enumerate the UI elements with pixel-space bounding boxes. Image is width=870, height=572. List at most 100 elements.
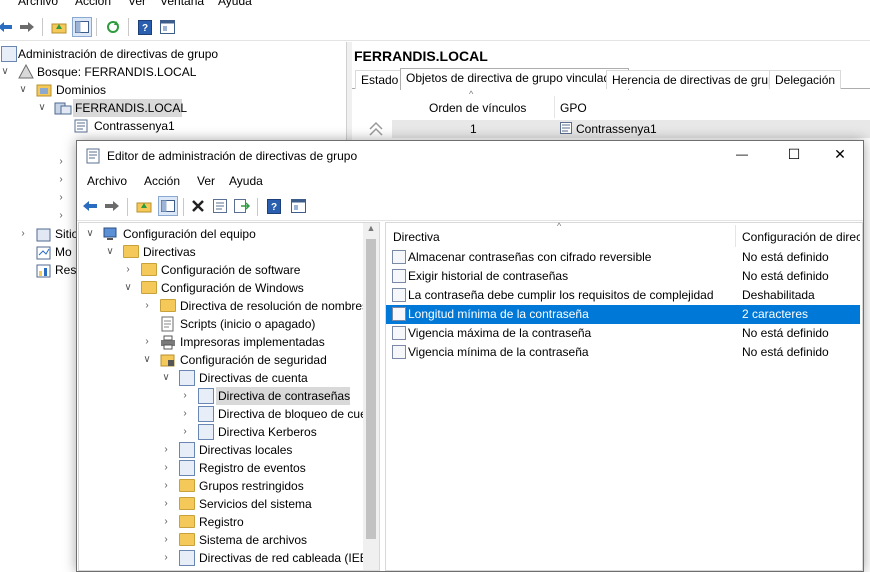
list-item[interactable]: Vigencia mínima de la contraseña No está… <box>386 343 860 362</box>
tree-account-policies[interactable]: Directivas de cuenta <box>199 369 308 387</box>
up-folder-icon[interactable] <box>135 197 153 215</box>
tree-sites[interactable]: Sitio <box>55 225 78 243</box>
chevron-right-icon[interactable]: › <box>180 423 190 441</box>
tree-gpmc-root[interactable]: Administración de directivas de grupo <box>18 45 218 63</box>
chevron-right-icon[interactable]: › <box>161 495 171 513</box>
chevron-down-icon[interactable]: ∨ <box>0 63 10 81</box>
chevron-right-icon[interactable]: › <box>18 225 28 243</box>
list-item[interactable]: Vigencia máxima de la contraseña No está… <box>386 324 860 343</box>
col-directiva[interactable]: Directiva <box>393 230 440 244</box>
tree-software-config[interactable]: Configuración de software <box>161 261 300 279</box>
help-icon[interactable]: ? <box>136 18 154 36</box>
menu-archivo[interactable]: Archivo <box>18 0 58 8</box>
tree-domain[interactable]: FERRANDIS.LOCAL <box>75 99 187 117</box>
chevron-right-icon[interactable]: › <box>123 261 133 279</box>
tab-herencia[interactable]: Herencia de directivas de grupo <box>606 70 788 89</box>
col-gpo[interactable]: GPO <box>560 101 587 115</box>
tab-gpo-vinculados[interactable]: Objetos de directiva de grupo vinculados <box>400 68 629 90</box>
chevron-down-icon[interactable]: ∨ <box>142 351 152 369</box>
tab-estado[interactable]: Estado <box>355 70 405 89</box>
menu-accion[interactable]: Acción <box>75 0 111 8</box>
chevron-right-icon[interactable]: › <box>180 387 190 405</box>
export-list-icon[interactable] <box>233 197 251 215</box>
chevron-right-icon[interactable]: › <box>56 171 66 189</box>
console-tree-icon[interactable] <box>158 196 178 216</box>
delete-icon[interactable] <box>189 197 207 215</box>
view-options-icon[interactable] <box>289 197 307 215</box>
tree-registry[interactable]: Registro <box>199 513 244 531</box>
chevron-down-icon[interactable]: ∨ <box>161 369 171 387</box>
tree-lockout-policy[interactable]: Directiva de bloqueo de cue <box>218 405 367 423</box>
close-button[interactable]: ✕ <box>825 146 855 163</box>
chevron-right-icon[interactable]: › <box>56 207 66 225</box>
tree-windows-config[interactable]: Configuración de Windows <box>161 279 304 297</box>
col-orden[interactable]: Orden de vínculos <box>429 101 527 115</box>
tree-security-config[interactable]: Configuración de seguridad <box>180 351 327 369</box>
move-up-icon[interactable] <box>368 120 384 138</box>
chevron-right-icon[interactable]: › <box>142 333 152 351</box>
chevron-down-icon[interactable]: ∨ <box>105 243 115 261</box>
tree-event-log[interactable]: Registro de eventos <box>199 459 306 477</box>
chevron-right-icon[interactable]: › <box>161 549 171 567</box>
console-tree-icon[interactable] <box>72 17 92 37</box>
tree-wired-policies[interactable]: Directivas de red cableada (IEEE <box>199 549 376 567</box>
tree-directivas[interactable]: Directivas <box>143 243 196 261</box>
tree-gpo-link[interactable]: Contrassenya1 <box>94 117 175 135</box>
chevron-right-icon[interactable]: › <box>161 531 171 549</box>
menu-accion[interactable]: Acción <box>144 174 180 188</box>
chevron-down-icon[interactable]: ∨ <box>123 279 133 297</box>
table-row[interactable]: 1 Contrassenya1 <box>392 120 870 138</box>
back-arrow-icon[interactable] <box>0 18 14 36</box>
chevron-right-icon[interactable]: › <box>142 297 152 315</box>
properties-icon[interactable] <box>158 18 176 36</box>
up-folder-icon[interactable] <box>50 18 68 36</box>
chevron-down-icon[interactable]: ∨ <box>18 81 28 99</box>
tree-scripts[interactable]: Scripts (inicio o apagado) <box>180 315 315 333</box>
tree-local-policies[interactable]: Directivas locales <box>199 441 292 459</box>
editor-title-bar[interactable]: Editor de administración de directivas d… <box>77 141 863 171</box>
list-item-selected[interactable]: Longitud mínima de la contraseña 2 carac… <box>386 305 860 324</box>
list-item[interactable]: Almacenar contraseñas con cifrado revers… <box>386 248 860 267</box>
tree-forest[interactable]: Bosque: FERRANDIS.LOCAL <box>37 63 196 81</box>
tree-domains[interactable]: Dominios <box>56 81 106 99</box>
chevron-right-icon[interactable]: › <box>161 459 171 477</box>
scrollbar-thumb[interactable] <box>366 239 376 539</box>
tree-printers[interactable]: Impresoras implementadas <box>180 333 325 351</box>
scroll-up-icon[interactable]: ▲ <box>363 223 379 237</box>
tree-modeling[interactable]: Mo <box>55 243 72 261</box>
tree-password-policy[interactable]: Directiva de contraseñas <box>218 387 350 405</box>
chevron-right-icon[interactable]: › <box>180 405 190 423</box>
chevron-down-icon[interactable]: ∨ <box>37 99 47 117</box>
tree-kerberos-policy[interactable]: Directiva Kerberos <box>218 423 317 441</box>
chevron-right-icon[interactable]: › <box>56 153 66 171</box>
chevron-right-icon[interactable]: › <box>56 189 66 207</box>
back-arrow-icon[interactable] <box>81 197 99 215</box>
tree-computer-config[interactable]: Configuración del equipo <box>123 225 256 243</box>
forward-arrow-icon[interactable] <box>103 197 121 215</box>
menu-ventana[interactable]: Ventana <box>160 0 204 8</box>
tree-scrollbar[interactable]: ▲ <box>363 223 379 570</box>
refresh-icon[interactable] <box>104 18 122 36</box>
forward-arrow-icon[interactable] <box>18 18 36 36</box>
tree-name-resolution[interactable]: Directiva de resolución de nombres <box>180 297 368 315</box>
menu-archivo[interactable]: Archivo <box>87 174 127 188</box>
col-configuracion[interactable]: Configuración de direc <box>742 230 860 244</box>
list-item[interactable]: Exigir historial de contraseñas No está … <box>386 267 860 286</box>
tree-file-system[interactable]: Sistema de archivos <box>199 531 307 549</box>
menu-ver[interactable]: Ver <box>128 0 146 8</box>
maximize-button[interactable]: ☐ <box>779 146 809 163</box>
tree-system-services[interactable]: Servicios del sistema <box>199 495 312 513</box>
help-icon[interactable]: ? <box>265 197 283 215</box>
menu-ayuda[interactable]: Ayuda <box>218 0 252 8</box>
chevron-right-icon[interactable]: › <box>161 477 171 495</box>
chevron-right-icon[interactable]: › <box>161 513 171 531</box>
chevron-right-icon[interactable]: › <box>161 441 171 459</box>
tree-restricted-groups[interactable]: Grupos restringidos <box>199 477 304 495</box>
menu-ayuda[interactable]: Ayuda <box>229 174 263 188</box>
properties-icon[interactable] <box>211 197 229 215</box>
chevron-down-icon[interactable]: ∨ <box>85 225 95 243</box>
tab-delegacion[interactable]: Delegación <box>769 70 842 89</box>
minimize-button[interactable]: — <box>727 147 757 161</box>
list-item[interactable]: La contraseña debe cumplir los requisito… <box>386 286 860 305</box>
menu-ver[interactable]: Ver <box>197 174 215 188</box>
